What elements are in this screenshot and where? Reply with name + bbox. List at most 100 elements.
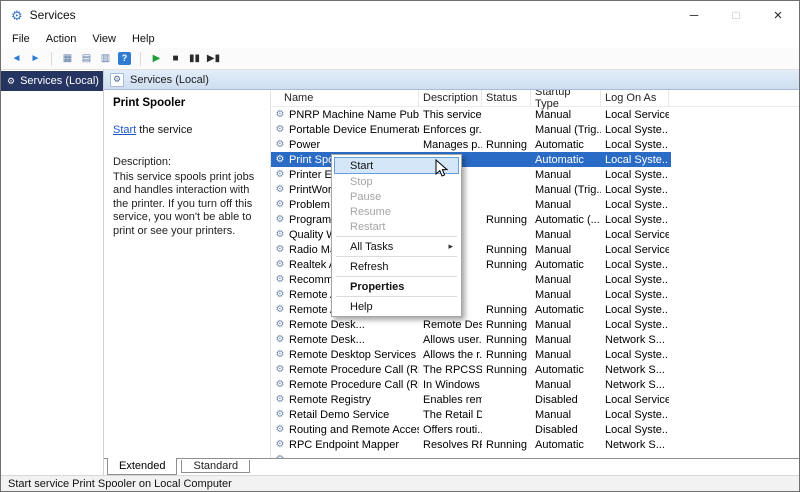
- service-gear-icon: ⚙: [274, 335, 286, 345]
- service-name-text: RPC Endpoint Mapper: [289, 439, 399, 451]
- tab-extended[interactable]: Extended: [107, 458, 177, 475]
- submenu-arrow-icon: ▸: [448, 241, 453, 252]
- close-button[interactable]: ×: [757, 1, 799, 29]
- context-menu-separator: [336, 236, 457, 237]
- service-row[interactable]: ⚙RPC Endpoint MapperResolves RP...Runnin…: [271, 437, 799, 452]
- service-description: Offers routi...: [419, 422, 482, 437]
- menu-view[interactable]: View: [84, 31, 124, 47]
- service-name-text: Remote Procedure Call (RPC): [289, 364, 419, 376]
- export-list-icon[interactable]: ▥: [96, 50, 115, 68]
- service-description: Resolves RP...: [419, 437, 482, 452]
- service-startup-type: Manual: [531, 332, 601, 347]
- menu-file[interactable]: File: [4, 31, 38, 47]
- app-gear-icon: ⚙: [11, 9, 23, 22]
- service-row[interactable]: ⚙Remote Desk...Remote Des...RunningManua…: [271, 317, 799, 332]
- service-status: [482, 107, 531, 122]
- service-gear-icon: ⚙: [274, 425, 286, 435]
- context-menu-item-all-tasks[interactable]: All Tasks▸: [334, 239, 459, 254]
- service-description: Allows the r...: [419, 347, 482, 362]
- menu-action[interactable]: Action: [38, 31, 85, 47]
- service-logon-as: Local Syste...: [601, 347, 669, 362]
- pause-service-icon[interactable]: ▮▮: [185, 50, 204, 68]
- service-gear-icon: ⚙: [274, 395, 286, 405]
- tree-item-services-local[interactable]: ⚙ Services (Local): [1, 71, 103, 91]
- properties-icon[interactable]: ▤: [77, 50, 96, 68]
- extended-info-pane: Print Spooler Start the service Descript…: [104, 90, 271, 458]
- service-row[interactable]: ⚙Remote Procedure Call (RPC)The RPCSS ..…: [271, 362, 799, 377]
- service-row[interactable]: ⚙Retail Demo ServiceThe Retail D...Manua…: [271, 407, 799, 422]
- help-icon[interactable]: ?: [118, 52, 131, 65]
- service-status: [482, 122, 531, 137]
- menu-help[interactable]: Help: [124, 31, 163, 47]
- service-startup-type: Automatic: [531, 137, 601, 152]
- tab-standard[interactable]: Standard: [181, 460, 250, 473]
- stop-service-icon[interactable]: ■: [166, 50, 185, 68]
- service-status: [482, 392, 531, 407]
- service-description: Remote Des...: [419, 317, 482, 332]
- service-status: [482, 407, 531, 422]
- service-logon-as: Network S...: [601, 437, 669, 452]
- service-status: [482, 377, 531, 392]
- service-status: [482, 422, 531, 437]
- service-logon-as: Local Syste...: [601, 422, 669, 437]
- column-header-startup-type[interactable]: Startup Type: [531, 90, 601, 106]
- context-menu-item-refresh[interactable]: Refresh: [334, 259, 459, 274]
- service-status: Running: [482, 257, 531, 272]
- column-header-name[interactable]: Name: [271, 90, 419, 106]
- show-console-tree-icon[interactable]: ▦: [58, 50, 77, 68]
- service-startup-type: Manual: [531, 107, 601, 122]
- service-status: [482, 227, 531, 242]
- service-name-cell: ⚙Remote Registry: [271, 392, 419, 407]
- service-status: Running: [482, 242, 531, 257]
- service-name-text: Remote Procedure Call (RP...: [289, 379, 419, 391]
- service-logon-as: Network S...: [601, 362, 669, 377]
- context-menu-item-properties[interactable]: Properties: [334, 279, 459, 294]
- service-row[interactable]: ⚙PNRP Machine Name Publi...This service …: [271, 107, 799, 122]
- toolbar: ◄► ▦▤▥? ▶■▮▮▶▮: [1, 48, 799, 70]
- service-gear-icon: ⚙: [274, 110, 286, 120]
- service-row[interactable]: ⚙Remote Desktop Services U...Allows the …: [271, 347, 799, 362]
- service-name-cell: ⚙Remote Procedure Call (RPC): [271, 362, 419, 377]
- service-gear-icon: ⚙: [274, 260, 286, 270]
- maximize-button[interactable]: □: [715, 1, 757, 29]
- context-menu-separator: [336, 256, 457, 257]
- service-name-text: Remote Desk...: [289, 319, 365, 331]
- results-header: ⚙ Services (Local): [104, 70, 799, 90]
- service-row[interactable]: ⚙Remote Desk...Allows user...RunningManu…: [271, 332, 799, 347]
- results-title: Services (Local): [130, 74, 209, 86]
- service-logon-as: Local Service: [601, 107, 669, 122]
- service-status: [482, 167, 531, 182]
- service-logon-as: Network S...: [601, 377, 669, 392]
- column-header-description[interactable]: Description: [419, 90, 482, 106]
- service-row[interactable]: ⚙Portable Device Enumerator...Enforces g…: [271, 122, 799, 137]
- context-menu-item-help[interactable]: Help: [334, 299, 459, 314]
- start-service-link[interactable]: Start: [113, 124, 136, 136]
- context-menu-item-resume: Resume: [334, 204, 459, 219]
- service-name-text: Portable Device Enumerator...: [289, 124, 419, 136]
- service-status: Running: [482, 437, 531, 452]
- minimize-button[interactable]: ─: [673, 1, 715, 29]
- service-logon-as: Local Service: [601, 392, 669, 407]
- restart-service-icon[interactable]: ▶▮: [204, 50, 223, 68]
- service-startup-type: Manual: [531, 242, 601, 257]
- service-name-text: PNRP Machine Name Publi...: [289, 109, 419, 121]
- service-startup-type: Automatic: [531, 257, 601, 272]
- service-gear-icon: ⚙: [274, 200, 286, 210]
- service-row[interactable]: ⚙Remote Procedure Call (RP...In Windows …: [271, 377, 799, 392]
- service-gear-icon: ⚙: [274, 125, 286, 135]
- service-gear-icon: ⚙: [274, 350, 286, 360]
- service-startup-type: Manual (Trig...: [531, 182, 601, 197]
- back-icon[interactable]: ◄: [7, 50, 26, 68]
- service-description: In Windows ...: [419, 377, 482, 392]
- column-header-status[interactable]: Status: [482, 90, 531, 106]
- column-header-log-on-as[interactable]: Log On As: [601, 90, 669, 106]
- service-startup-type: Manual: [531, 407, 601, 422]
- forward-icon[interactable]: ►: [26, 50, 45, 68]
- service-row[interactable]: ⚙Routing and Remote AccessOffers routi..…: [271, 422, 799, 437]
- service-row[interactable]: ⚙Remote RegistryEnables rem...DisabledLo…: [271, 392, 799, 407]
- service-logon-as: Local Service: [601, 242, 669, 257]
- service-row[interactable]: ⚙PowerManages p...RunningAutomaticLocal …: [271, 137, 799, 152]
- service-logon-as: Local Syste...: [601, 317, 669, 332]
- start-service-icon[interactable]: ▶: [147, 50, 166, 68]
- status-bar: Start service Print Spooler on Local Com…: [1, 475, 799, 491]
